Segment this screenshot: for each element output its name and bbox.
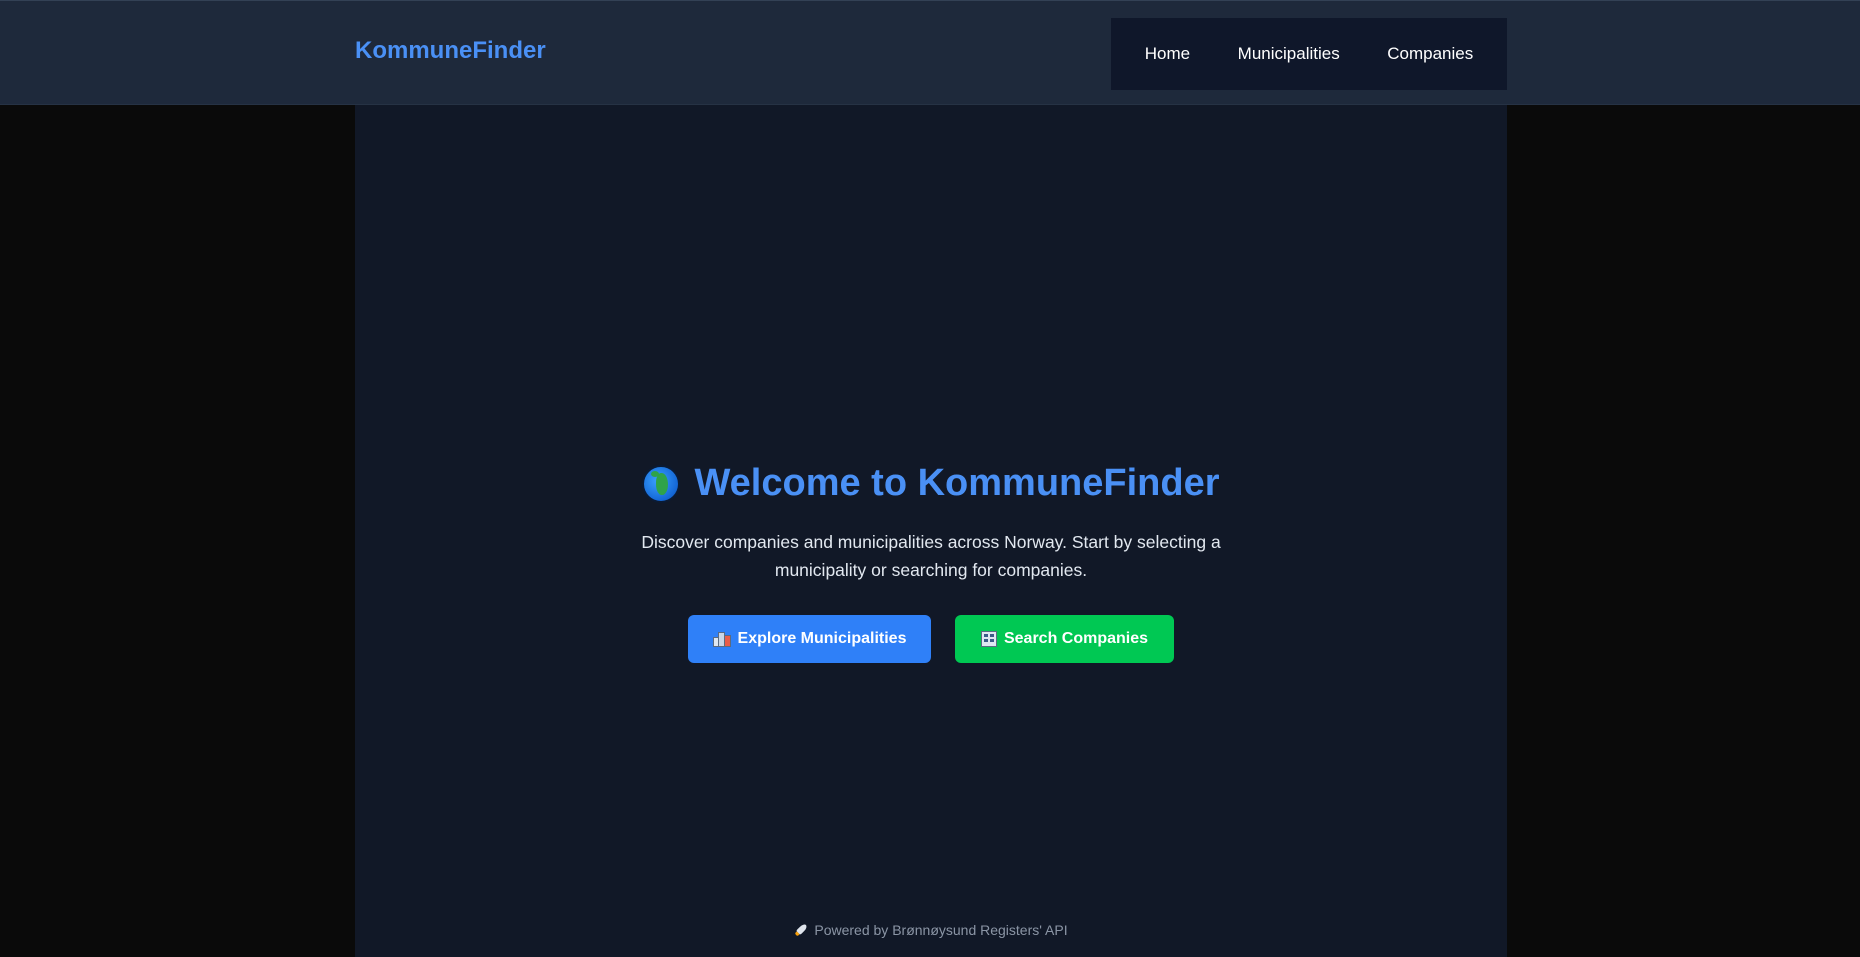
- office-building-icon: [980, 631, 997, 647]
- globe-africa-icon: [642, 464, 681, 503]
- explore-municipalities-button[interactable]: Explore Municipalities: [688, 615, 931, 663]
- search-companies-button[interactable]: Search Companies: [955, 615, 1174, 663]
- footer: Powered by Brønnøysund Registers' API: [355, 922, 1507, 938]
- cityscape-icon: [712, 631, 731, 647]
- hero-subtitle: Discover companies and municipalities ac…: [641, 532, 1221, 580]
- hero-actions: Explore Municipalities Search Companies: [355, 615, 1507, 663]
- explore-municipalities-label: Explore Municipalities: [737, 630, 907, 647]
- nav-link-companies[interactable]: Companies: [1381, 36, 1479, 72]
- nav-link-municipalities[interactable]: Municipalities: [1232, 36, 1346, 72]
- search-companies-label: Search Companies: [1003, 630, 1149, 647]
- top-navbar: KommuneFinder Home Municipalities Compan…: [0, 0, 1860, 105]
- footer-text: Powered by Brønnøysund Registers' API: [814, 922, 1068, 938]
- rocket-icon: [791, 920, 811, 940]
- hero-title-text: Welcome to KommuneFinder: [694, 462, 1220, 504]
- brand-logo-link[interactable]: KommuneFinder: [355, 37, 546, 65]
- main-content: Welcome to KommuneFinder Discover compan…: [355, 105, 1507, 957]
- hero-heading: Welcome to KommuneFinder: [355, 462, 1507, 505]
- main-nav: Home Municipalities Companies: [1111, 18, 1507, 90]
- nav-link-home[interactable]: Home: [1139, 36, 1196, 72]
